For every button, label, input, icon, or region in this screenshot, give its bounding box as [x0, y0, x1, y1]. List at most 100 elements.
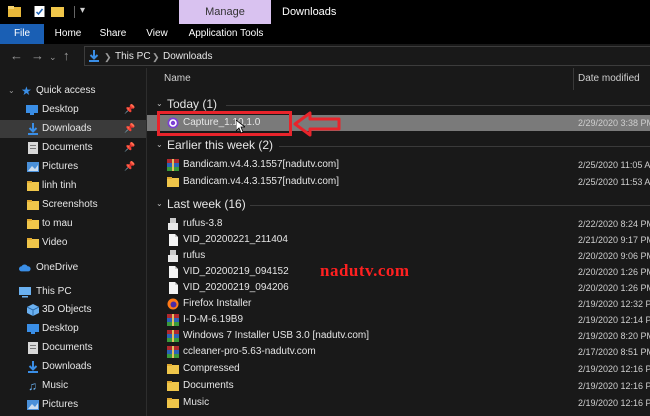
- sidebar-item-quick-access[interactable]: ⌄ ★ Quick access: [0, 82, 146, 100]
- sidebar-item-documents[interactable]: Documents 📌: [0, 139, 146, 157]
- sidebar-item-label: Desktop: [42, 104, 79, 115]
- up-arrow-icon[interactable]: ↑: [63, 48, 70, 64]
- chevron-down-icon[interactable]: ⌄: [8, 82, 15, 100]
- forward-arrow-icon[interactable]: →: [31, 48, 44, 64]
- chevron-down-icon[interactable]: ⌄: [156, 99, 163, 108]
- file-icon: [169, 282, 178, 294]
- cloud-icon: [19, 264, 31, 272]
- file-name: VID_20200221_211404: [183, 234, 288, 245]
- folder-icon: [27, 219, 39, 229]
- file-row[interactable]: VID_20200219_094206 2/20/2020 1:26 PM: [147, 280, 650, 296]
- file-date: 2/29/2020 3:38 PM: [578, 118, 650, 128]
- group-header-earlier-this-week[interactable]: Earlier this week (2): [167, 138, 273, 152]
- sidebar-item-screenshots[interactable]: Screenshots: [0, 196, 146, 214]
- pin-icon[interactable]: 📌: [124, 104, 135, 115]
- pin-icon[interactable]: 📌: [124, 142, 135, 153]
- group-divider: [279, 146, 650, 147]
- file-row[interactable]: Compressed 2/19/2020 12:16 PM: [147, 361, 650, 377]
- tab-view[interactable]: View: [143, 24, 171, 44]
- new-folder-icon[interactable]: [51, 5, 64, 18]
- file-date: 2/20/2020 1:26 PM: [578, 283, 650, 293]
- sidebar-item-documents-pc[interactable]: Documents: [0, 339, 146, 357]
- sidebar-item-label: Downloads: [42, 361, 92, 372]
- file-row[interactable]: Bandicam.v4.4.3.1557[nadutv.com] 2/25/20…: [147, 157, 650, 173]
- sidebar-item-label: Quick access: [36, 85, 96, 96]
- breadcrumb-this-pc[interactable]: This PC: [115, 49, 151, 65]
- file-name: Compressed: [183, 363, 240, 374]
- sidebar-item-downloads-pc[interactable]: Downloads: [0, 358, 146, 376]
- file-icon: [169, 234, 178, 246]
- folder-icon: [167, 381, 179, 391]
- chevron-down-icon[interactable]: ⌄: [156, 199, 163, 208]
- file-date: 2/19/2020 12:14 PM: [578, 315, 650, 325]
- file-name: Documents: [183, 380, 234, 391]
- file-name: VID_20200219_094152: [183, 266, 289, 277]
- pictures-icon: [27, 162, 39, 172]
- archive-icon: [167, 346, 179, 358]
- file-row[interactable]: Windows 7 Installer USB 3.0 [nadutv.com]…: [147, 328, 650, 344]
- chevron-down-icon[interactable]: ⌄: [156, 140, 163, 149]
- file-row[interactable]: ccleaner-pro-5.63-nadutv.com 2/17/2020 8…: [147, 344, 650, 360]
- file-name: rufus-3.8: [183, 218, 223, 229]
- sidebar-item-label: Pictures: [42, 161, 79, 172]
- file-row[interactable]: rufus-3.8 2/22/2020 8:24 PM: [147, 216, 650, 232]
- tab-file[interactable]: File: [0, 24, 44, 44]
- file-row[interactable]: Documents 2/19/2020 12:16 PM: [147, 378, 650, 394]
- pin-icon[interactable]: 📌: [124, 161, 135, 172]
- sidebar-item-to-mau[interactable]: to mau: [0, 215, 146, 233]
- quick-access-toolbar-chevron-icon[interactable]: ▾: [80, 3, 85, 19]
- sidebar-item-this-pc[interactable]: This PC: [0, 283, 146, 301]
- documents-icon: [28, 342, 38, 354]
- watermark: nadutv.com: [320, 261, 410, 280]
- sidebar-item-pictures-pc[interactable]: Pictures: [0, 396, 146, 414]
- folder-icon: [27, 181, 39, 191]
- ribbon-tabs: File Home Share View Application Tools: [0, 24, 650, 44]
- file-row[interactable]: I-D-M-6.19B9 2/19/2020 12:14 PM: [147, 312, 650, 328]
- sidebar-item-3d-objects[interactable]: 3D Objects: [0, 301, 146, 319]
- file-date: 2/25/2020 11:53 AM: [578, 177, 650, 187]
- sidebar-item-desktop[interactable]: Desktop 📌: [0, 101, 146, 119]
- folder-icon: [27, 200, 39, 210]
- sidebar-item-onedrive[interactable]: OneDrive: [0, 259, 146, 277]
- download-icon: [89, 50, 99, 62]
- file-date: 2/17/2020 8:51 PM: [578, 347, 650, 357]
- file-date: 2/25/2020 11:05 AM: [578, 160, 650, 170]
- sidebar-item-label: Screenshots: [42, 199, 98, 210]
- cube-icon: [27, 304, 39, 316]
- breadcrumb-downloads[interactable]: Downloads: [163, 49, 212, 65]
- recent-locations-chevron-icon[interactable]: ⌄: [49, 49, 57, 65]
- tab-application-tools[interactable]: Application Tools: [184, 24, 268, 44]
- file-date: 2/19/2020 12:16 PM: [578, 381, 650, 391]
- folder-icon: [167, 177, 179, 187]
- sidebar-item-desktop-pc[interactable]: Desktop: [0, 320, 146, 338]
- file-name: Music: [183, 397, 210, 408]
- sidebar-item-downloads[interactable]: Downloads 📌: [0, 120, 146, 138]
- back-arrow-icon[interactable]: ←: [10, 48, 23, 64]
- file-name: Windows 7 Installer USB 3.0 [nadutv.com]: [183, 330, 370, 341]
- sidebar-item-label: Pictures: [42, 399, 79, 410]
- group-header-last-week[interactable]: Last week (16): [167, 197, 246, 211]
- column-header-name[interactable]: Name: [164, 68, 191, 90]
- column-divider[interactable]: [573, 68, 574, 90]
- usb-icon: [168, 250, 178, 262]
- sidebar-item-music[interactable]: ♫ Music: [0, 377, 146, 395]
- group-header-today[interactable]: Today (1): [167, 97, 217, 111]
- sidebar-item-video[interactable]: Video: [0, 234, 146, 252]
- properties-icon[interactable]: [33, 5, 46, 18]
- tab-share[interactable]: Share: [96, 24, 130, 44]
- tab-home[interactable]: Home: [52, 24, 84, 44]
- file-row[interactable]: Firefox Installer 2/19/2020 12:32 PM: [147, 296, 650, 312]
- column-header-date-modified[interactable]: Date modified: [578, 68, 640, 90]
- title-separator: [74, 6, 75, 18]
- file-date: 2/22/2020 8:24 PM: [578, 219, 650, 229]
- file-row[interactable]: Music 2/19/2020 12:16 PM: [147, 395, 650, 411]
- pin-icon[interactable]: 📌: [124, 123, 135, 134]
- sidebar-item-linh-tinh[interactable]: linh tinh: [0, 177, 146, 195]
- tab-manage[interactable]: Manage: [179, 0, 271, 24]
- file-row[interactable]: Bandicam.v4.4.3.1557[nadutv.com] 2/25/20…: [147, 174, 650, 190]
- file-row[interactable]: VID_20200221_211404 2/21/2020 9:17 PM: [147, 232, 650, 248]
- address-bar[interactable]: ❯ This PC ❯ Downloads: [84, 46, 650, 66]
- sidebar-item-pictures[interactable]: Pictures 📌: [0, 158, 146, 176]
- file-name: I-D-M-6.19B9: [183, 314, 244, 325]
- file-name: VID_20200219_094206: [183, 282, 289, 293]
